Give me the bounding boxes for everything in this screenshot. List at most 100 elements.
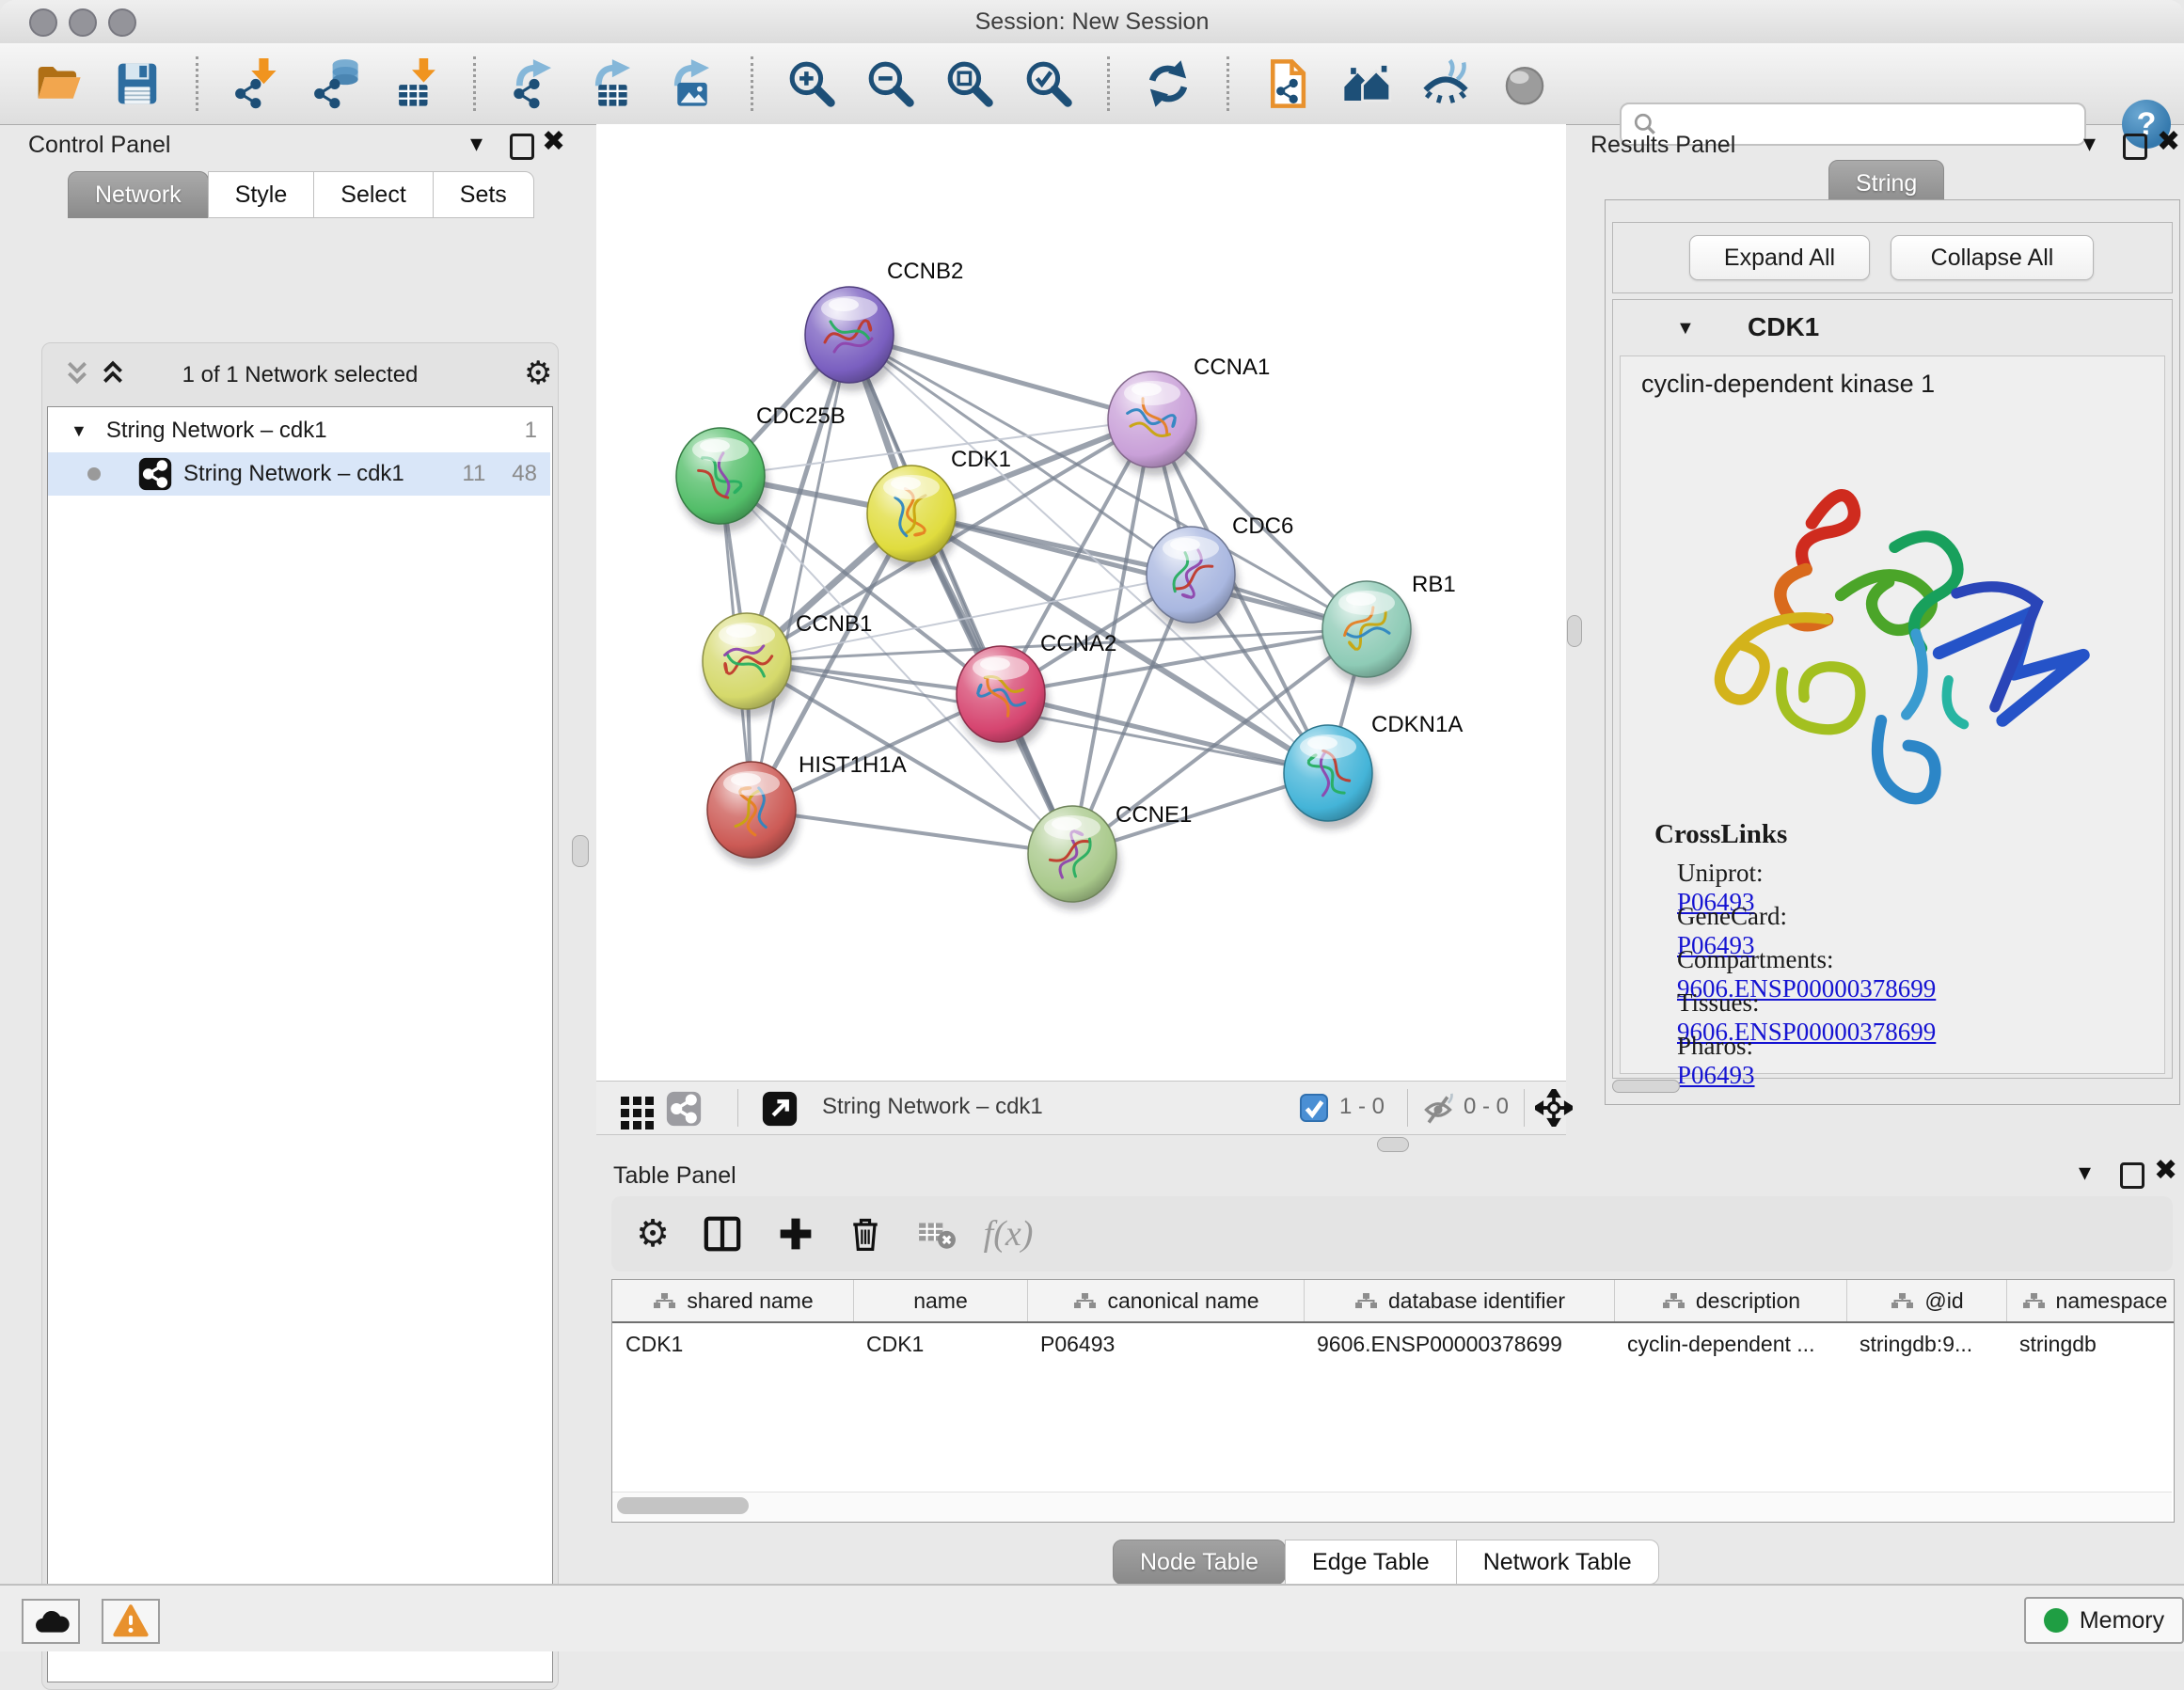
column-header-database-identifier[interactable]: database identifier [1304,1280,1614,1321]
results-panel-float-icon[interactable] [2123,134,2147,160]
import-network-from-database-button[interactable] [309,57,362,110]
tab-node-table[interactable]: Node Table [1113,1540,1286,1585]
gene-collapse-icon[interactable]: ▼ [1676,318,1695,340]
save-session-button[interactable] [111,57,164,110]
network-collection-row[interactable]: ▼ String Network – cdk1 1 [48,409,550,452]
table-gear-icon[interactable]: ⚙ [628,1209,677,1258]
export-network-button[interactable] [508,57,561,110]
expand-all-button[interactable]: Expand All [1689,235,1870,280]
move-crosshair-icon[interactable] [1535,1089,1573,1127]
import-network-from-file-button[interactable] [230,57,283,110]
cloud-icon [32,1605,70,1637]
column-header-description[interactable]: description [1614,1280,1846,1321]
network-node-HIST1H1A[interactable] [707,762,799,866]
control-panel-close-icon[interactable]: ✖ [542,132,565,152]
network-canvas[interactable]: CCNB2CCNA1CDC25BCDK1CDC6RB1CCNB1CCNA2CDK… [596,124,1566,1081]
delete-table-icon[interactable] [912,1209,961,1258]
network-node-CCNA2[interactable] [957,646,1049,750]
column-header--id[interactable]: @id [1846,1280,2006,1321]
table-panel-menu-icon[interactable]: ▾ [2079,1162,2091,1181]
control-panel-title: Control Panel [28,132,170,159]
gene-detail-box: cyclin-dependent kinase 1 CrossLinks Uni… [1620,355,2165,1074]
results-panel-close-icon[interactable]: ✖ [2157,132,2180,152]
network-view-toolbar: String Network – cdk1 1 - 0 0 - 0 [596,1081,1566,1135]
network-node-CDK1[interactable] [867,466,959,570]
show-columns-icon[interactable] [698,1209,747,1258]
tab-edge-table[interactable]: Edge Table [1285,1540,1457,1585]
network-edge[interactable] [911,513,1367,629]
control-panel-float-icon[interactable] [510,134,534,160]
node-label-CDC6: CDC6 [1232,513,1293,539]
node-label-CDK1: CDK1 [951,447,1011,472]
zoom-fit-button[interactable] [943,57,996,110]
network-node-CDC25B[interactable] [676,428,768,532]
network-edge[interactable] [1001,694,1328,773]
tab-select[interactable]: Select [313,171,433,218]
toolbar-separator [473,56,476,111]
node-label-CCNB1: CCNB1 [796,611,872,637]
zoom-out-button[interactable] [864,57,917,110]
network-tree: ▼ String Network – cdk1 1 String Network… [47,406,553,1682]
left-splitter-handle[interactable] [572,835,589,867]
tab-sets[interactable]: Sets [433,171,534,218]
gear-icon[interactable]: ⚙ [524,355,552,392]
table-hscrollbar[interactable] [612,1492,2172,1521]
refresh-view-button[interactable] [1142,57,1195,110]
import-table-from-file-button[interactable] [388,57,441,110]
birdseye-view-icon[interactable] [762,1091,798,1127]
network-row[interactable]: String Network – cdk1 11 48 [48,452,550,496]
network-node-CDKN1A[interactable] [1284,725,1376,829]
first-neighbors-button[interactable] [1340,57,1393,110]
tab-network-table[interactable]: Network Table [1456,1540,1659,1585]
control-panel-menu-icon[interactable]: ▾ [470,134,483,152]
network-edge[interactable] [752,810,1072,854]
node-label-CCNE1: CCNE1 [1116,802,1192,828]
results-scroll-thumb[interactable] [1612,1080,1680,1093]
network-collection-label: String Network – cdk1 [106,418,327,444]
tab-style[interactable]: Style [208,171,315,218]
network-node-CCNB2[interactable] [805,287,897,391]
network-node-CCNA1[interactable] [1108,371,1200,476]
collapse-all-button[interactable]: Collapse All [1891,235,2094,280]
delete-column-icon[interactable] [841,1209,890,1258]
table-row[interactable]: CDK1CDK1P064939606.ENSP00000378699cyclin… [612,1323,2174,1365]
column-header-namespace[interactable]: namespace [2006,1280,2175,1321]
grid-view-icon[interactable] [613,1089,662,1138]
network-node-CCNE1[interactable] [1028,806,1120,910]
gene-description: cyclin-dependent kinase 1 [1641,370,1935,399]
function-builder-icon[interactable]: f(x) [984,1209,1033,1258]
crosslink-link[interactable]: P06493 [1677,1061,1755,1089]
node-label-CCNB2: CCNB2 [887,259,963,284]
network-node-CDC6[interactable] [1147,527,1239,631]
hide-selected-button[interactable] [1419,57,1472,110]
table-hscroll-thumb[interactable] [617,1497,749,1514]
cloud-button[interactable] [22,1599,80,1644]
selected-checkbox-icon[interactable] [1300,1094,1328,1122]
network-share-icon[interactable] [666,1091,702,1127]
warning-button[interactable] [102,1599,160,1644]
memory-button[interactable]: Memory [2024,1597,2184,1644]
column-header-name[interactable]: name [853,1280,1027,1321]
tree-collapse-icon[interactable]: ▼ [71,421,87,441]
table-panel-float-icon[interactable] [2120,1162,2144,1189]
table-panel-close-icon[interactable]: ✖ [2154,1161,2177,1181]
shared-column-icon [1890,1292,1915,1309]
show-all-button[interactable] [1498,57,1551,110]
column-header-canonical-name[interactable]: canonical name [1027,1280,1304,1321]
zoom-in-button[interactable] [785,57,838,110]
add-column-icon[interactable] [771,1209,820,1258]
shared-column-icon [1353,1292,1379,1309]
new-network-from-selection-button[interactable] [1261,57,1314,110]
hidden-eye-icon[interactable] [1422,1093,1454,1127]
results-panel-menu-icon[interactable]: ▾ [2083,134,2096,152]
network-node-RB1[interactable] [1322,581,1415,686]
column-header-shared-name[interactable]: shared name [612,1280,853,1321]
open-file-button[interactable] [32,57,85,110]
crosslink-label: Pharos: [1677,1032,1852,1061]
zoom-selected-button[interactable] [1022,57,1075,110]
export-image-button[interactable] [666,57,719,110]
export-table-button[interactable] [587,57,640,110]
tab-network[interactable]: Network [68,171,209,218]
collection-count: 1 [525,418,537,444]
node-label-CDKN1A: CDKN1A [1371,712,1463,737]
